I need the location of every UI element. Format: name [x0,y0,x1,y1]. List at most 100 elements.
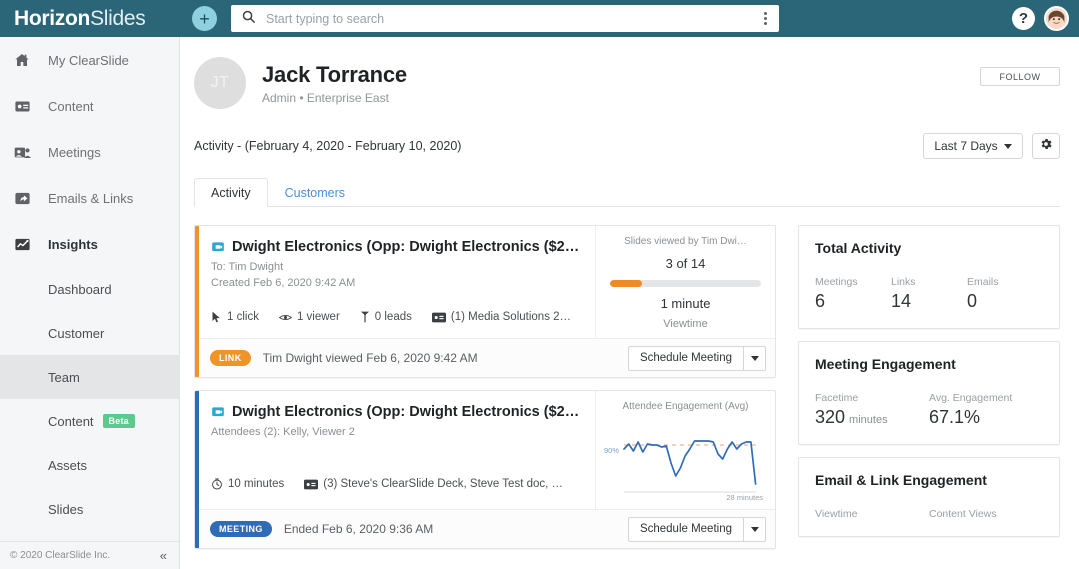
main-content: JT Jack Torrance Admin • Enterprise East… [180,37,1079,569]
follow-button[interactable]: FOLLOW [980,67,1060,86]
slides-progress-fill [610,280,642,287]
tab-activity[interactable]: Activity [194,178,268,207]
content-card-icon [14,98,36,115]
schedule-meeting-dropdown[interactable] [744,516,766,542]
card-meta-text: (3) Steve's ClearSlide Deck, Steve Test … [323,478,564,490]
stat-grid: Meetings 6 Links 14 Emails 0 [815,276,1043,312]
sidebar-subitem-content[interactable]: Content Beta [0,399,179,443]
sidebar-subitem-label: Content [48,413,94,429]
stat-key: Links [891,276,916,288]
search-input[interactable] [266,11,760,26]
stat-card-title: Meeting Engagement [815,356,956,372]
card-meta-deck: (1) Media Solutions 2… [431,311,572,323]
stat-grid: Viewtime Content Views [815,508,1043,520]
card-meta-leads: 0 leads [360,311,412,323]
stat-value: 0 [967,291,978,311]
chevron-down-icon [1003,143,1012,149]
stat-card-email-link-engagement: Email & Link Engagement Viewtime Content… [798,457,1060,537]
profile-info: Jack Torrance Admin • Enterprise East [262,62,407,105]
stat-key: Emails [967,276,999,288]
card-stats-panel: Slides viewed by Tim Dwi… 3 of 14 1 minu… [595,226,775,338]
activity-date-range-label: Activity - (February 4, 2020 - February … [194,139,462,153]
sidebar-subitem-customer[interactable]: Customer [0,311,179,355]
eye-icon [278,312,292,323]
brand-name-light: Slides [90,6,146,30]
chart-x-tick-label: 28 minutes [726,493,763,502]
stat-card-title: Email & Link Engagement [815,472,987,488]
tab-bar: Activity Customers [194,177,1060,207]
home-icon [14,52,36,68]
slides-progress-bar [610,280,761,287]
clock-icon [211,478,223,490]
deck-icon [304,479,319,490]
kebab-menu-icon[interactable] [760,9,771,28]
activity-card[interactable]: Dwight Electronics (Opp: Dwight Electron… [194,225,776,378]
sidebar-item-meetings[interactable]: Meetings [0,129,179,175]
user-avatar[interactable] [1044,6,1069,31]
stat-card-meeting-engagement: Meeting Engagement Facetime 320 minutes A… [798,341,1060,445]
sidebar-subitem-label: Dashboard [48,281,112,297]
brand-name-bold: Horizon [14,6,91,30]
stat-key: Meetings [815,276,858,288]
stat-value: 14 [891,291,912,311]
app-logo[interactable]: HorizonSlides [0,7,180,31]
card-meta-row: 1 click 1 viewer 0 leads (1) Media Solut… [211,311,585,323]
stat-unit: minutes [849,414,888,426]
date-range-select[interactable]: Last 7 Days [923,133,1023,159]
sidebar-item-label: My ClearSlide [48,52,129,68]
card-meta-text: (1) Media Solutions 2… [450,311,572,323]
card-accent-bar [195,391,199,548]
add-button[interactable]: + [192,6,217,31]
date-range-value: Last 7 Days [934,139,998,153]
presentation-icon [211,240,225,254]
activity-card[interactable]: Dwight Electronics (Opp: Dwight Electron… [194,390,776,549]
stat-item: Viewtime [815,508,929,520]
page-title: Jack Torrance [262,61,407,87]
stat-key: Avg. Engagement [929,392,1013,404]
collapse-sidebar-icon[interactable]: « [160,548,167,563]
sidebar-subitem-assets[interactable]: Assets [0,443,179,487]
sidebar-item-my-clearslide[interactable]: My ClearSlide [0,37,179,83]
stats-sidebar: Total Activity Meetings 6 Links 14 Email… [798,225,1060,561]
sidebar-subitem-team[interactable]: Team [0,355,179,399]
schedule-meeting-button[interactable]: Schedule Meeting [627,345,744,371]
sidebar-item-content[interactable]: Content [0,83,179,129]
card-created: Created Feb 6, 2020 9:42 AM [211,277,356,289]
meetings-icon [14,144,36,161]
stat-item: Facetime 320 minutes [815,392,929,428]
stat-key: Content Views [929,508,997,520]
engagement-chart-title: Attendee Engagement (Avg) [622,401,749,412]
sidebar-subitem-dashboard[interactable]: Dashboard [0,267,179,311]
tab-customers[interactable]: Customers [268,178,362,207]
card-chart-panel: Attendee Engagement (Avg) 90% 28 minutes [595,391,775,509]
sidebar-item-label: Content [48,98,94,114]
sidebar-footer: © 2020 ClearSlide Inc. « [0,541,179,569]
settings-button[interactable] [1032,133,1060,159]
schedule-meeting-dropdown[interactable] [744,345,766,371]
help-icon[interactable]: ? [1012,7,1035,30]
search-icon [241,9,256,29]
card-title-text: Dwight Electronics (Opp: Dwight Electron… [232,239,580,255]
chevron-down-icon [750,355,759,361]
sidebar-subitem-label: Slides [48,501,84,517]
stat-value-wrap: 320 minutes [815,407,929,428]
sidebar-subitem-label: Team [48,369,80,385]
card-recipient: To: Tim Dwight [211,261,284,273]
slides-viewed-value: 3 of 14 [665,256,706,271]
stat-item: Avg. Engagement 67.1% [929,392,1043,428]
sidebar-subitem-slides[interactable]: Slides [0,487,179,531]
search-bar[interactable] [231,5,779,32]
activity-controls: Last 7 Days [923,133,1060,159]
sidebar-item-emails-links[interactable]: Emails & Links [0,175,179,221]
sidebar-subitem-label: Assets [48,457,88,473]
card-meta-text: 1 click [227,311,259,323]
share-icon [14,190,36,207]
activity-list: Dwight Electronics (Opp: Dwight Electron… [194,225,776,561]
schedule-meeting-group: Schedule Meeting [627,516,766,542]
sidebar-item-insights[interactable]: Insights [0,221,179,267]
card-title[interactable]: Dwight Electronics (Opp: Dwight Electron… [211,404,585,420]
card-title[interactable]: Dwight Electronics (Opp: Dwight Electron… [211,239,585,255]
sidebar-subitem-label: Customer [48,325,105,341]
schedule-meeting-button[interactable]: Schedule Meeting [627,516,744,542]
card-meta-duration: 10 minutes [211,478,284,490]
